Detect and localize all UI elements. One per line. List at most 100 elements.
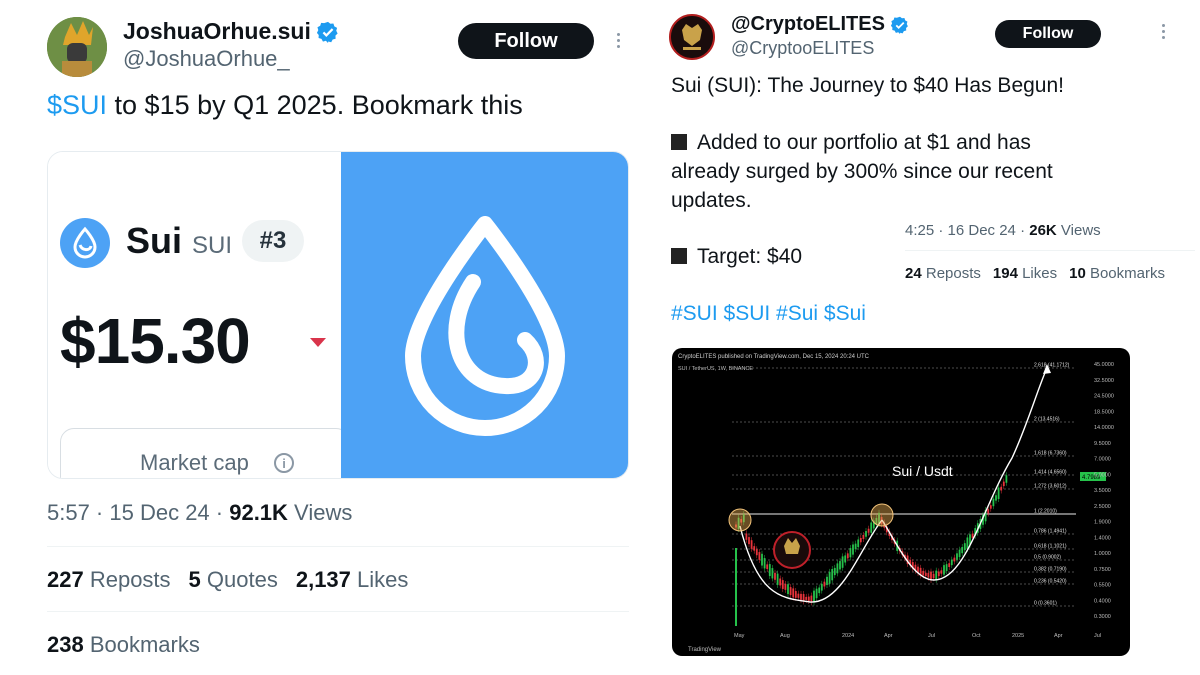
views-count: 26K [1029,222,1057,239]
likes-stat[interactable]: 2,137 Likes [296,567,409,593]
tweet-text-fragment: Added to our portfolio at $1 and has [697,131,1031,154]
tweet-text-line: already surged by 300% since our recent [671,160,1053,183]
media-card[interactable]: Sui SUI #3 $15.30 Market cap i [47,151,629,479]
candle-body [805,596,808,600]
candle-body [1002,481,1005,487]
sui-logo-panel [341,152,628,478]
y-tick-label: 1.4000 [1094,535,1111,541]
candle-body [776,573,779,585]
candle-body [823,581,826,587]
fib-label: 0 (0.3601) [1034,601,1057,607]
coin-name: Sui [126,220,183,261]
x-tick-label: May [734,633,745,639]
y-tick-label: 0.7500 [1094,567,1111,573]
candle-body [768,564,771,577]
candle-body [766,564,769,570]
display-name[interactable]: @CryptoELITES [731,13,909,36]
bookmarks-count: 238 [47,632,84,657]
bookmarks-stat[interactable]: 10 Bookmarks [1069,265,1165,282]
candle-body [761,553,763,566]
candle-body [745,533,748,540]
bullet-square-icon [671,134,687,150]
divider [47,546,629,547]
x-tick-label: Jul [1094,633,1101,639]
candle-body [846,553,849,559]
candle-body [859,538,862,543]
reposts-stat[interactable]: 24 Reposts [905,265,981,282]
candle-body [735,548,737,626]
candle-body [862,535,865,540]
views-label: Views [1056,222,1101,239]
likes-count: 194 [992,265,1018,282]
x-tick-label: Oct [972,633,981,639]
candle-body [997,487,1000,500]
more-options-icon[interactable] [617,33,620,48]
y-tick-label: 5.0000 [1094,472,1111,478]
views-count: 92.1K [229,500,288,525]
candle-body [797,593,800,598]
avatar[interactable] [47,17,107,77]
hashtags-link[interactable]: #SUI $SUI #Sui $Sui [671,302,866,326]
market-cap-label: Market cap [140,450,249,475]
candle-body [844,555,847,563]
user-handle[interactable]: @JoshuaOrhue_ [123,46,290,72]
candle-body [758,552,761,560]
cashtag-link[interactable]: $SUI [47,90,107,120]
candle-body [792,588,795,598]
candle-body [963,543,966,551]
tweet-text-line: Target: $40 [671,245,802,269]
reposts-label: Reposts [921,265,981,282]
y-tick-label: 18.5000 [1094,409,1114,415]
y-tick-label: 0.4000 [1094,598,1111,604]
candle-body [789,587,792,596]
bookmarks-stat[interactable]: 238 Bookmarks [47,632,200,658]
tweet-text-body: to $15 by Q1 2025. Bookmark this [107,90,523,120]
candle-body [779,578,782,586]
coin-price: $15.30 [60,305,251,377]
candle-body [836,563,839,574]
candle-body [800,593,802,600]
chart-ticker-line: SUI / TetherUS, 1W, BINANCE [678,366,753,372]
candle-body [953,557,956,562]
display-name-text[interactable]: @CryptoELITES [731,13,885,36]
follow-button[interactable]: Follow [995,20,1101,48]
chart-annotation-label: Sui / Usdt [892,463,953,479]
candle-body [826,576,828,586]
y-tick-label: 0.5500 [1094,583,1111,589]
fib-label: 0.236 (0.5420) [1034,579,1067,585]
candle-body [927,572,930,578]
likes-stat[interactable]: 194 Likes [993,265,1057,282]
candle-body [771,568,774,579]
avatar-image [47,17,107,77]
display-name[interactable]: JoshuaOrhue.sui [123,18,339,45]
tweet-timestamp[interactable]: 5:57 · 15 Dec 24 · [47,500,229,525]
candle-body [943,565,945,575]
candle-body [1000,486,1003,491]
chart-image[interactable]: CryptoELITES published on TradingView.co… [672,348,1130,656]
y-tick-label: 45.0000 [1094,362,1114,368]
candle-body [935,570,938,580]
avatar[interactable] [669,14,715,60]
candle-body [787,584,789,595]
reposts-stat[interactable]: 227 Reposts [47,567,171,593]
quotes-stat[interactable]: 5 Quotes [189,567,278,593]
tweet-metadata: 5:57 · 15 Dec 24 · 92.1K Views [47,500,352,526]
user-handle[interactable]: @CryptooELITES [731,38,874,59]
candle-body [950,559,953,566]
y-tick-label: 3.5000 [1094,488,1111,494]
x-axis: May Aug 2024 Apr Jul Oct 2025 Apr Jul [734,633,1101,639]
candle-body [857,539,860,548]
candle-body [865,531,867,537]
candle-body [961,546,964,554]
candle-body [1005,475,1008,483]
tweet-text-line: Added to our portfolio at $1 and has [671,131,1031,155]
follow-button[interactable]: Follow [458,23,594,59]
price-card: Sui SUI #3 $15.30 Market cap i [48,152,350,478]
more-options-icon[interactable] [1162,24,1165,39]
tweet-timestamp[interactable]: 4:25 · 16 Dec 24 · [905,222,1029,239]
candle-body [794,591,797,598]
candle-body [854,543,857,550]
candle-body [956,553,958,560]
verified-badge-icon [890,16,908,34]
display-name-text[interactable]: JoshuaOrhue.sui [123,18,311,45]
